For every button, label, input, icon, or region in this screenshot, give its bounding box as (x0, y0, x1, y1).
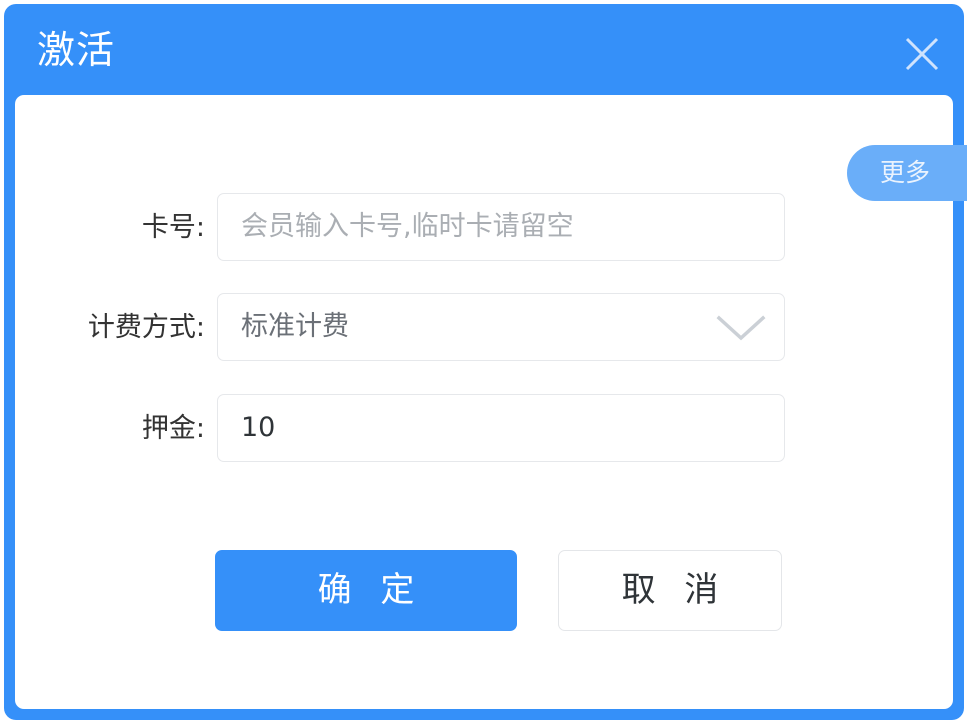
dialog-title: 激活 (37, 28, 116, 72)
label-billing-method: 计费方式: (87, 312, 205, 343)
activation-dialog: 激活 更多 卡号: 会员输入卡号,临时卡请留空 计费方式: 标准计费 押金: 1… (4, 4, 967, 720)
deposit-value: 10 (241, 412, 276, 443)
chevron-down-icon[interactable] (716, 314, 766, 342)
card-number-placeholder: 会员输入卡号,临时卡请留空 (241, 211, 574, 242)
deposit-input[interactable]: 10 (217, 394, 785, 462)
billing-method-select[interactable]: 标准计费 (217, 293, 785, 361)
dialog-titlebar: 激活 (4, 4, 964, 96)
dialog-button-bar: 确 定 取 消 (15, 550, 953, 640)
form-row-billing-method: 计费方式: 标准计费 (15, 293, 953, 363)
dialog-content-panel: 卡号: 会员输入卡号,临时卡请留空 计费方式: 标准计费 押金: 10 确 定 … (15, 95, 953, 709)
close-icon[interactable] (890, 22, 954, 86)
form-row-card-number: 卡号: 会员输入卡号,临时卡请留空 (15, 193, 953, 263)
form-row-deposit: 押金: 10 (15, 394, 953, 464)
cancel-button[interactable]: 取 消 (558, 550, 782, 631)
more-tab-label: 更多 (880, 158, 931, 187)
card-number-input[interactable]: 会员输入卡号,临时卡请留空 (217, 193, 785, 261)
label-deposit: 押金: (141, 413, 205, 444)
confirm-button[interactable]: 确 定 (215, 550, 517, 631)
billing-method-value: 标准计费 (241, 311, 349, 342)
more-tab-button[interactable]: 更多 (847, 145, 967, 201)
label-card-number: 卡号: (141, 212, 205, 243)
